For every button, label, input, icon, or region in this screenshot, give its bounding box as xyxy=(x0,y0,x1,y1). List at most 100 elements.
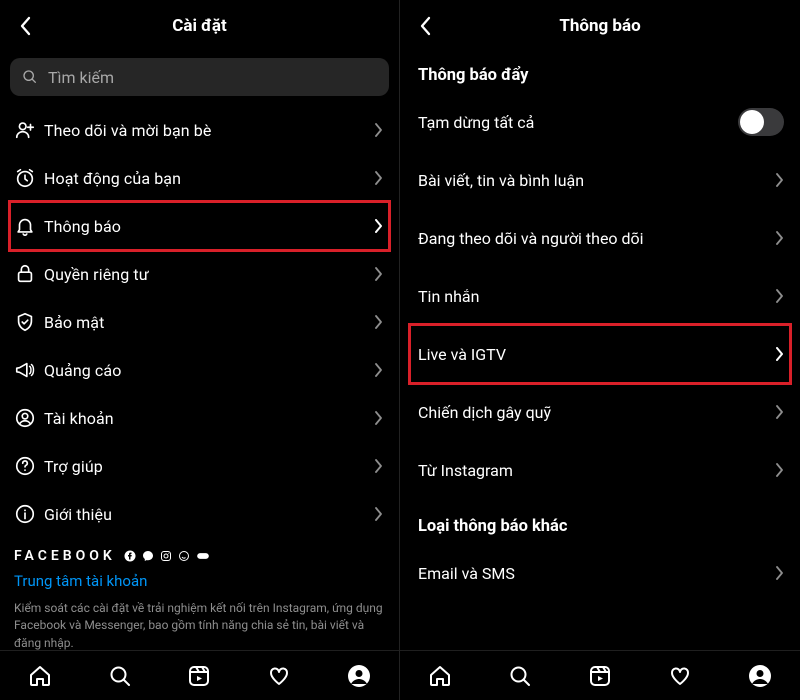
search-icon xyxy=(22,69,38,85)
search-placeholder: Tìm kiếm xyxy=(48,68,114,87)
tab-reels[interactable] xyxy=(576,652,624,700)
chevron-right-icon xyxy=(375,315,383,329)
row-label: Quyền riêng tư xyxy=(44,265,375,284)
bell-icon xyxy=(14,215,36,237)
settings-row-help[interactable]: Trợ giúp xyxy=(0,442,399,490)
row-label: Tin nhắn xyxy=(418,287,776,306)
search-input[interactable]: Tìm kiếm xyxy=(10,58,389,96)
chevron-right-icon xyxy=(776,347,784,361)
instagram-icon xyxy=(160,550,172,562)
row-label: Từ Instagram xyxy=(418,461,776,480)
row-label: Tài khoản xyxy=(44,409,375,428)
chevron-right-icon xyxy=(375,267,383,281)
notif-row-fundraising[interactable]: Chiến dịch gây quỹ xyxy=(400,383,800,441)
tab-search[interactable] xyxy=(96,652,144,700)
settings-row-follow-invite[interactable]: Theo dõi và mời bạn bè xyxy=(0,106,399,154)
chevron-right-icon xyxy=(776,566,784,580)
row-label: Hoạt động của bạn xyxy=(44,169,375,188)
header: Thông báo xyxy=(400,0,800,52)
section-push: Thông báo đẩy xyxy=(400,52,800,93)
notif-row-live-igtv[interactable]: Live và IGTV xyxy=(400,325,800,383)
section-other: Loại thông báo khác xyxy=(400,499,800,544)
reels-icon xyxy=(588,664,612,688)
oculus-icon xyxy=(196,551,210,561)
toggle-pause-all[interactable] xyxy=(738,108,784,136)
brand-text: FACEBOOK xyxy=(14,548,116,564)
notifications-pane: Thông báo Thông báo đẩy Tạm dừng tất cả … xyxy=(400,0,800,700)
row-label: Bảo mật xyxy=(44,313,375,332)
row-label: Bài viết, tin và bình luận xyxy=(418,171,776,190)
settings-row-account[interactable]: Tài khoản xyxy=(0,394,399,442)
page-title: Thông báo xyxy=(559,16,640,36)
settings-row-security[interactable]: Bảo mật xyxy=(0,298,399,346)
heart-icon xyxy=(668,664,692,688)
settings-row-activity[interactable]: Hoạt động của bạn xyxy=(0,154,399,202)
notif-row-pause-all[interactable]: Tạm dừng tất cả xyxy=(400,93,800,151)
row-label: Thông báo xyxy=(44,217,375,236)
notif-row-messages[interactable]: Tin nhắn xyxy=(400,267,800,325)
chevron-right-icon xyxy=(375,363,383,377)
home-icon xyxy=(28,664,52,688)
notif-row-from-instagram[interactable]: Từ Instagram xyxy=(400,441,800,499)
profile-icon xyxy=(347,664,371,688)
tabbar xyxy=(400,650,800,700)
search-icon xyxy=(108,664,132,688)
row-label: Trợ giúp xyxy=(44,457,375,476)
notif-row-posts[interactable]: Bài viết, tin và bình luận xyxy=(400,151,800,209)
back-button[interactable] xyxy=(14,15,36,37)
clock-icon xyxy=(14,167,36,189)
add-friend-icon xyxy=(14,119,36,141)
chevron-right-icon xyxy=(375,459,383,473)
row-label: Email và SMS xyxy=(418,564,776,583)
back-button[interactable] xyxy=(414,15,436,37)
tab-home[interactable] xyxy=(416,652,464,700)
settings-row-about[interactable]: Giới thiệu xyxy=(0,490,399,538)
search-icon xyxy=(508,664,532,688)
whatsapp-icon xyxy=(178,550,190,562)
chevron-right-icon xyxy=(375,219,383,233)
account-center-link[interactable]: Trung tâm tài khoản xyxy=(0,570,399,600)
settings-list: Theo dõi và mời bạn bè Hoạt động của bạn… xyxy=(0,106,399,700)
chevron-right-icon xyxy=(776,173,784,187)
settings-pane: Cài đặt Tìm kiếm Theo dõi và mời bạn bè … xyxy=(0,0,400,700)
row-label: Quảng cáo xyxy=(44,361,375,380)
brand-icons xyxy=(124,550,210,562)
tab-reels[interactable] xyxy=(175,652,223,700)
settings-row-privacy[interactable]: Quyền riêng tư xyxy=(0,250,399,298)
chevron-left-icon xyxy=(420,16,431,36)
megaphone-icon xyxy=(14,359,36,381)
row-label: Chiến dịch gây quỹ xyxy=(418,403,776,422)
tab-activity[interactable] xyxy=(656,652,704,700)
reels-icon xyxy=(187,664,211,688)
row-label: Live và IGTV xyxy=(418,345,776,364)
lock-icon xyxy=(14,263,36,285)
tab-search[interactable] xyxy=(496,652,544,700)
row-label: Tạm dừng tất cả xyxy=(418,113,738,132)
page-title: Cài đặt xyxy=(172,16,227,36)
chevron-right-icon xyxy=(375,507,383,521)
help-icon xyxy=(14,455,36,477)
info-icon xyxy=(14,503,36,525)
person-icon xyxy=(14,407,36,429)
row-label: Đang theo dõi và người theo dõi xyxy=(418,229,776,248)
brand-row: FACEBOOK xyxy=(0,538,399,570)
chevron-right-icon xyxy=(375,411,383,425)
tab-home[interactable] xyxy=(16,652,64,700)
notif-row-email-sms[interactable]: Email và SMS xyxy=(400,544,800,602)
facebook-icon xyxy=(124,550,136,562)
tabbar xyxy=(0,650,399,700)
shield-icon xyxy=(14,311,36,333)
tab-profile[interactable] xyxy=(736,652,784,700)
profile-icon xyxy=(748,664,772,688)
row-label: Theo dõi và mời bạn bè xyxy=(44,121,375,140)
tab-profile[interactable] xyxy=(335,652,383,700)
chevron-right-icon xyxy=(776,289,784,303)
settings-row-ads[interactable]: Quảng cáo xyxy=(0,346,399,394)
tab-activity[interactable] xyxy=(255,652,303,700)
chevron-right-icon xyxy=(776,463,784,477)
notif-row-following[interactable]: Đang theo dõi và người theo dõi xyxy=(400,209,800,267)
settings-row-notifications[interactable]: Thông báo xyxy=(0,202,399,250)
chevron-right-icon xyxy=(375,123,383,137)
chevron-right-icon xyxy=(776,231,784,245)
chevron-right-icon xyxy=(375,171,383,185)
